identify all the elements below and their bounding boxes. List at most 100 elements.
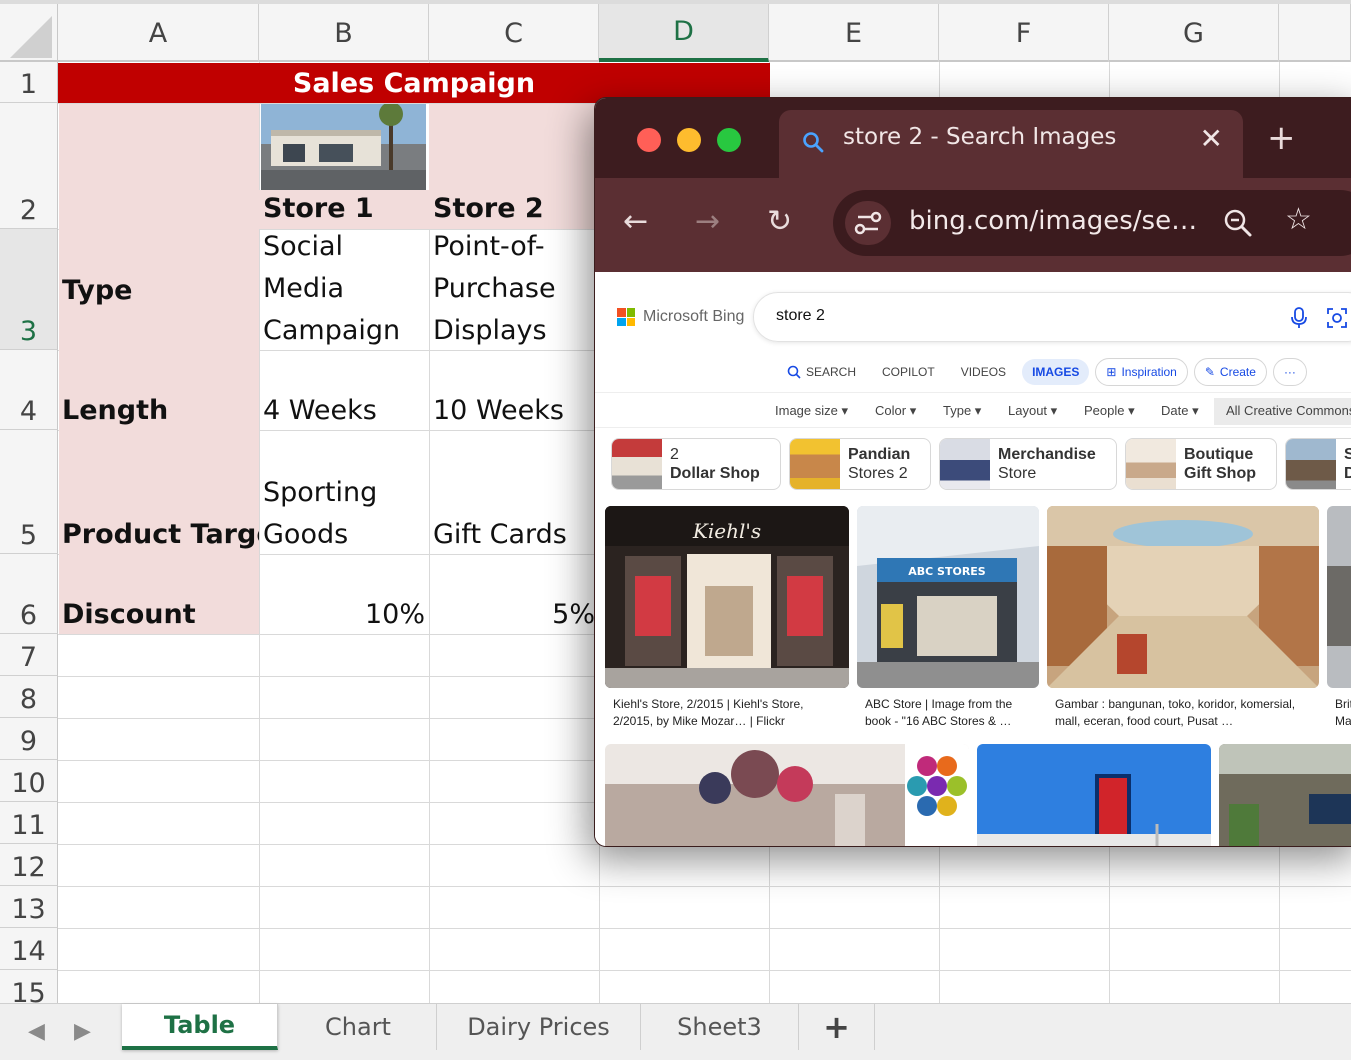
row-header-2[interactable]: 2 bbox=[0, 103, 58, 229]
filter-color[interactable]: Color ▾ bbox=[875, 403, 916, 419]
image-result[interactable] bbox=[977, 744, 1211, 846]
image-result-caption[interactable]: Brit Ma bbox=[1335, 696, 1351, 730]
related-chip[interactable]: 2 Dollar Shop bbox=[611, 438, 781, 490]
cell-c6-discount[interactable]: 5% bbox=[429, 594, 599, 636]
site-info-icon[interactable] bbox=[845, 201, 891, 245]
sheet-tab-table[interactable]: Table bbox=[122, 1004, 278, 1050]
image-result[interactable] bbox=[1047, 506, 1319, 688]
image-result[interactable] bbox=[605, 744, 969, 846]
bing-logo[interactable]: Microsoft Bing bbox=[617, 308, 744, 326]
bing-search-box[interactable]: store 2 bbox=[753, 292, 1351, 342]
cell-c3-line1[interactable]: Point-of- bbox=[429, 226, 599, 268]
sheet-tab-chart[interactable]: Chart bbox=[280, 1004, 437, 1050]
image-result-caption[interactable]: ABC Store | Image from the book - "16 ABC… bbox=[865, 696, 1012, 730]
maximize-window-button[interactable] bbox=[717, 128, 741, 152]
image-result[interactable] bbox=[1327, 506, 1351, 688]
cell-a4-length-label[interactable]: Length bbox=[58, 390, 258, 432]
cell-c5-target[interactable]: Gift Cards bbox=[429, 514, 599, 556]
microphone-icon[interactable] bbox=[1290, 307, 1308, 329]
scope-videos[interactable]: VIDEOS bbox=[951, 359, 1016, 385]
scope-create[interactable]: ✎ Create bbox=[1193, 358, 1267, 386]
close-tab-icon[interactable]: ✕ bbox=[1200, 122, 1223, 155]
cell-c3-line2[interactable]: Purchase bbox=[429, 268, 599, 310]
row-header-4[interactable]: 4 bbox=[0, 350, 58, 430]
previous-sheet-icon[interactable]: ◀ bbox=[28, 1018, 45, 1044]
scope-copilot[interactable]: COPILOT bbox=[872, 359, 945, 385]
row-header-7[interactable]: 7 bbox=[0, 634, 58, 676]
related-chip[interactable]: S D bbox=[1285, 438, 1351, 490]
cell-b2-store-1[interactable]: Store 1 bbox=[259, 188, 429, 230]
zoom-icon[interactable] bbox=[1223, 208, 1253, 238]
cell-a5-product-target-label[interactable]: Product Targe bbox=[58, 514, 259, 556]
image-result[interactable]: Kiehl's bbox=[605, 506, 849, 688]
cell-b5-line2[interactable]: Goods bbox=[259, 514, 429, 556]
row-header-5[interactable]: 5 bbox=[0, 430, 58, 554]
back-icon[interactable]: ← bbox=[623, 204, 648, 239]
cell-c3-line3[interactable]: Displays bbox=[429, 310, 599, 352]
more-scopes-button[interactable]: ··· bbox=[1272, 358, 1307, 386]
bing-search-query[interactable]: store 2 bbox=[776, 307, 825, 325]
visual-search-icon[interactable] bbox=[1326, 307, 1348, 329]
related-chip[interactable]: Boutique Gift Shop bbox=[1125, 438, 1277, 490]
row-header-6[interactable]: 6 bbox=[0, 554, 58, 634]
filter-layout[interactable]: Layout ▾ bbox=[1008, 403, 1057, 419]
row-header-14[interactable]: 14 bbox=[0, 928, 58, 970]
column-header-c[interactable]: C bbox=[429, 4, 599, 62]
cell-b3-line1[interactable]: Social bbox=[259, 226, 429, 268]
select-all-corner[interactable] bbox=[0, 4, 58, 62]
minimize-window-button[interactable] bbox=[677, 128, 701, 152]
related-chip[interactable]: Merchandise Store bbox=[939, 438, 1117, 490]
filter-image-size[interactable]: Image size ▾ bbox=[775, 403, 848, 419]
cell-b4-length[interactable]: 4 Weeks bbox=[259, 390, 429, 432]
row-header-13[interactable]: 13 bbox=[0, 886, 58, 928]
bookmark-star-icon[interactable]: ☆ bbox=[1285, 202, 1312, 237]
related-chip[interactable]: Pandian Stores 2 bbox=[789, 438, 931, 490]
reload-icon[interactable]: ↻ bbox=[767, 204, 792, 239]
cell-b3-line2[interactable]: Media bbox=[259, 268, 429, 310]
row-header-1[interactable]: 1 bbox=[0, 62, 58, 103]
column-header-b[interactable]: B bbox=[259, 4, 429, 62]
new-tab-icon[interactable]: + bbox=[1267, 118, 1296, 158]
filter-type[interactable]: Type ▾ bbox=[943, 403, 981, 419]
cell-c4-length[interactable]: 10 Weeks bbox=[429, 390, 599, 432]
add-sheet-button[interactable]: + bbox=[799, 1004, 875, 1050]
sheet-tab-dairy-prices[interactable]: Dairy Prices bbox=[437, 1004, 641, 1050]
cell-b5-line1[interactable]: Sporting bbox=[259, 472, 429, 514]
image-result[interactable] bbox=[1219, 744, 1351, 846]
column-header-f[interactable]: F bbox=[939, 4, 1109, 62]
image-result-caption[interactable]: Gambar : bangunan, toko, koridor, komers… bbox=[1055, 696, 1295, 730]
filter-date[interactable]: Date ▾ bbox=[1161, 403, 1199, 419]
sheet-tab-sheet3[interactable]: Sheet3 bbox=[641, 1004, 799, 1050]
address-bar[interactable]: bing.com/images/se… ☆ bbox=[833, 190, 1351, 256]
column-header-h[interactable] bbox=[1279, 4, 1351, 62]
row-header-3[interactable]: 3 bbox=[0, 229, 58, 350]
forward-icon[interactable]: → bbox=[695, 204, 720, 239]
scope-inspiration[interactable]: ⊞ Inspiration bbox=[1095, 358, 1188, 386]
column-header-g[interactable]: G bbox=[1109, 4, 1279, 62]
row-header-11[interactable]: 11 bbox=[0, 802, 58, 844]
row-header-8[interactable]: 8 bbox=[0, 676, 58, 718]
row-header-9[interactable]: 9 bbox=[0, 718, 58, 760]
row-header-15[interactable]: 15 bbox=[0, 970, 58, 1003]
scope-images[interactable]: IMAGES bbox=[1022, 359, 1090, 385]
cell-b6-discount[interactable]: 10% bbox=[259, 594, 429, 636]
row-header-12[interactable]: 12 bbox=[0, 844, 58, 886]
column-header-a[interactable]: A bbox=[58, 4, 259, 62]
cell-a3-type-label[interactable]: Type bbox=[58, 270, 258, 312]
column-header-d[interactable]: D bbox=[599, 4, 769, 62]
scope-search[interactable]: SEARCH bbox=[777, 359, 866, 385]
column-header-e[interactable]: E bbox=[769, 4, 939, 62]
cell-b3-line3[interactable]: Campaign bbox=[259, 310, 429, 352]
row-header-10[interactable]: 10 bbox=[0, 760, 58, 802]
next-sheet-icon[interactable]: ▶ bbox=[74, 1018, 91, 1044]
image-result-caption[interactable]: Kiehl's Store, 2/2015 | Kiehl's Store, 2/… bbox=[613, 696, 803, 730]
cell-c2-store-2[interactable]: Store 2 bbox=[429, 188, 599, 230]
store-1-photo[interactable] bbox=[261, 104, 426, 190]
scope-search-label: SEARCH bbox=[806, 365, 857, 379]
filter-people[interactable]: People ▾ bbox=[1084, 403, 1135, 419]
browser-tab[interactable]: store 2 - Search Images ✕ bbox=[779, 110, 1243, 178]
filter-license[interactable]: All Creative Commons bbox=[1214, 398, 1351, 425]
close-window-button[interactable] bbox=[637, 128, 661, 152]
cell-a6-discount-label[interactable]: Discount bbox=[58, 594, 258, 636]
image-result[interactable]: ABC STORES bbox=[857, 506, 1039, 688]
